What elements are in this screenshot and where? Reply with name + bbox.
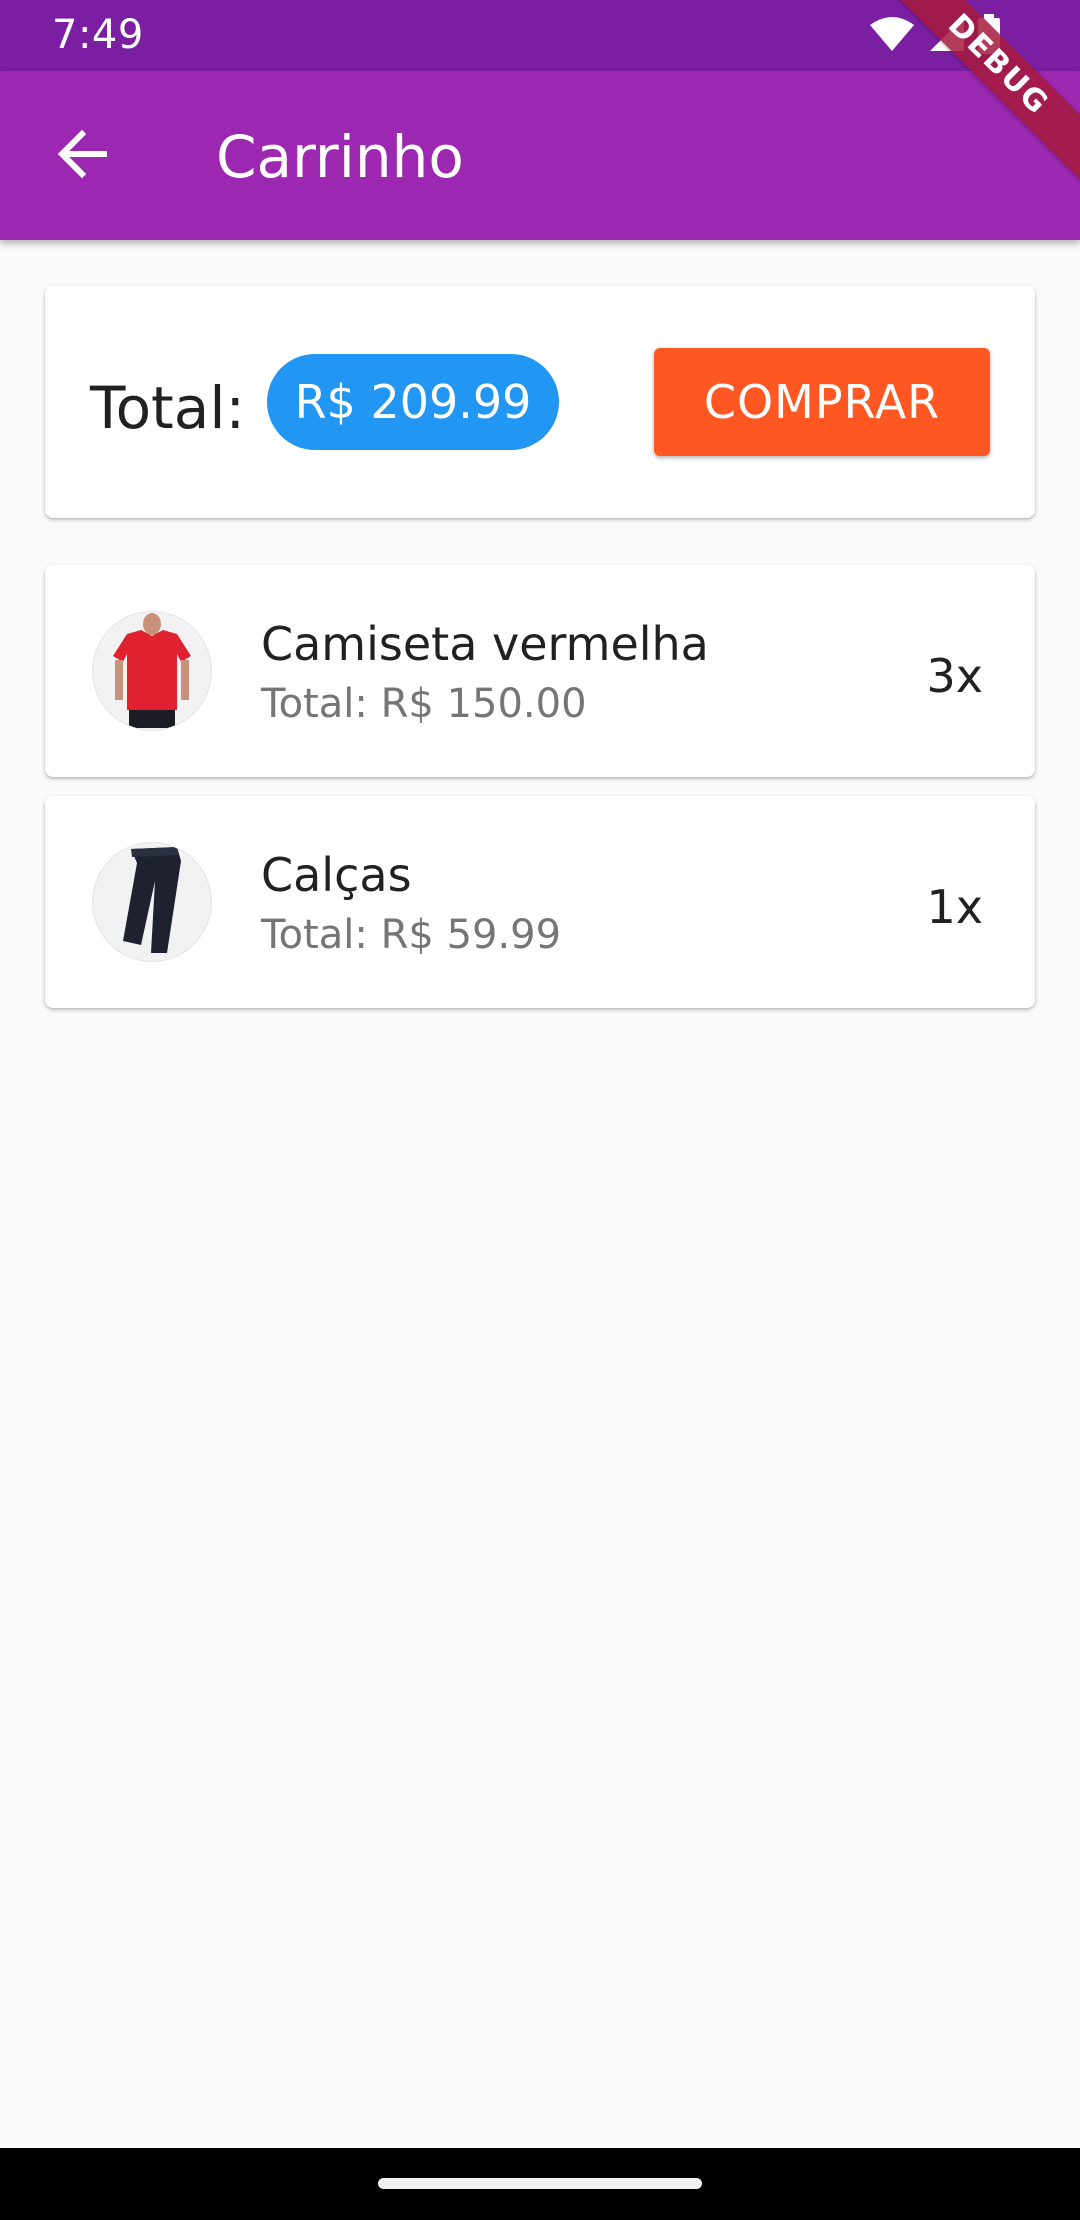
page-title: Carrinho [216,123,464,191]
item-name: Camiseta vermelha [261,617,709,671]
item-avatar [92,842,212,962]
buy-button[interactable]: COMPRAR [654,348,990,456]
cart-item[interactable]: Calças Total: R$ 59.99 1x [45,796,1035,1008]
item-name: Calças [261,848,412,902]
black-pants-image [97,843,207,961]
item-quantity: 1x [926,880,984,934]
total-price-chip: R$ 209.99 [267,354,559,450]
item-avatar [92,611,212,731]
cart-item[interactable]: Camiseta vermelha Total: R$ 150.00 3x [45,565,1035,777]
item-quantity: 3x [926,649,984,703]
item-subtotal: Total: R$ 150.00 [261,681,587,727]
arrow-back-icon [56,128,108,184]
back-button[interactable] [42,116,122,196]
total-label: Total: [90,374,245,442]
system-nav-bar [0,2148,1080,2220]
status-time: 7:49 [52,12,144,58]
red-tshirt-image [97,612,207,730]
total-price-value: R$ 209.99 [294,375,532,429]
app-bar: Carrinho [0,71,1080,240]
total-card: Total: R$ 209.99 COMPRAR [45,286,1035,518]
home-indicator[interactable] [378,2178,702,2189]
wifi-icon [868,15,916,57]
item-subtotal: Total: R$ 59.99 [261,912,562,958]
